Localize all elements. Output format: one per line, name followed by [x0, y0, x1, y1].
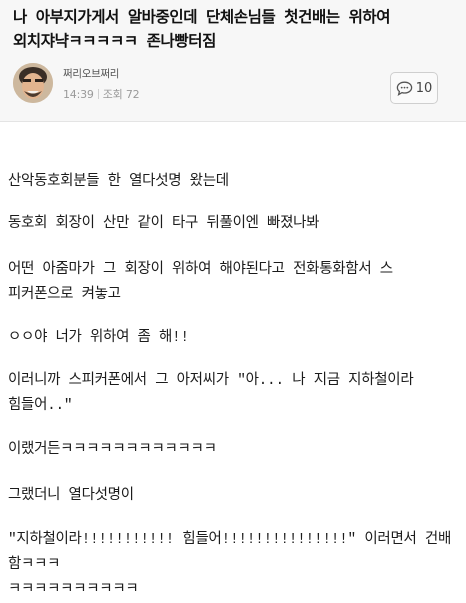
meta-divider [97, 89, 99, 99]
body-paragraph-3: 어떤 아줌마가 그 회장이 위하여 해야된다고 전화통화함서 스 피커폰으로 켜… [8, 262, 393, 303]
body-paragraph-6: 이랬거든ㅋㅋㅋㅋㅋㅋㅋㅋㅋㅋㅋㅋ [8, 442, 217, 458]
body-paragraph-8: "지하철이라!!!!!!!!!!! 힘들어!!!!!!!!!!!!!!!" 이러… [8, 532, 452, 598]
author-name[interactable]: 쩌리오브쩌리 [63, 66, 119, 81]
comment-button[interactable]: 10 [390, 72, 438, 104]
body-paragraph-7: 그랬더니 열다섯명이 [8, 488, 134, 504]
post-views: 조회 72 [102, 88, 140, 101]
post-time: 14:39 [63, 87, 94, 101]
comment-count: 10 [415, 80, 433, 96]
avatar[interactable] [13, 63, 53, 103]
post-header: 나 아부지가게서 알바중인데 단체손님들 첫건배는 위하여 외치쟈냑ㅋㅋㅋㅋㅋ … [0, 0, 466, 122]
body-paragraph-5: 이러니까 스피커폰에서 그 아저씨가 "아... 나 지금 지하철이라 힘들어.… [8, 373, 414, 414]
avatar-photo [13, 63, 53, 103]
post-title: 나 아부지가게서 알바중인데 단체손님들 첫건배는 위하여 외치쟈냑ㅋㅋㅋㅋㅋ … [13, 9, 391, 51]
body-paragraph-4: ㅇㅇ야 너가 위하여 좀 해!! [8, 330, 189, 346]
speech-bubble-icon [396, 81, 412, 96]
post-meta: 14:39 조회 72 [63, 86, 140, 102]
body-paragraph-2: 동호회 회장이 산만 같이 타구 뒤풀이엔 빠졌나봐 [8, 216, 320, 232]
body-paragraph-1: 산악동호회분들 한 열다섯명 왔는데 [8, 174, 229, 190]
